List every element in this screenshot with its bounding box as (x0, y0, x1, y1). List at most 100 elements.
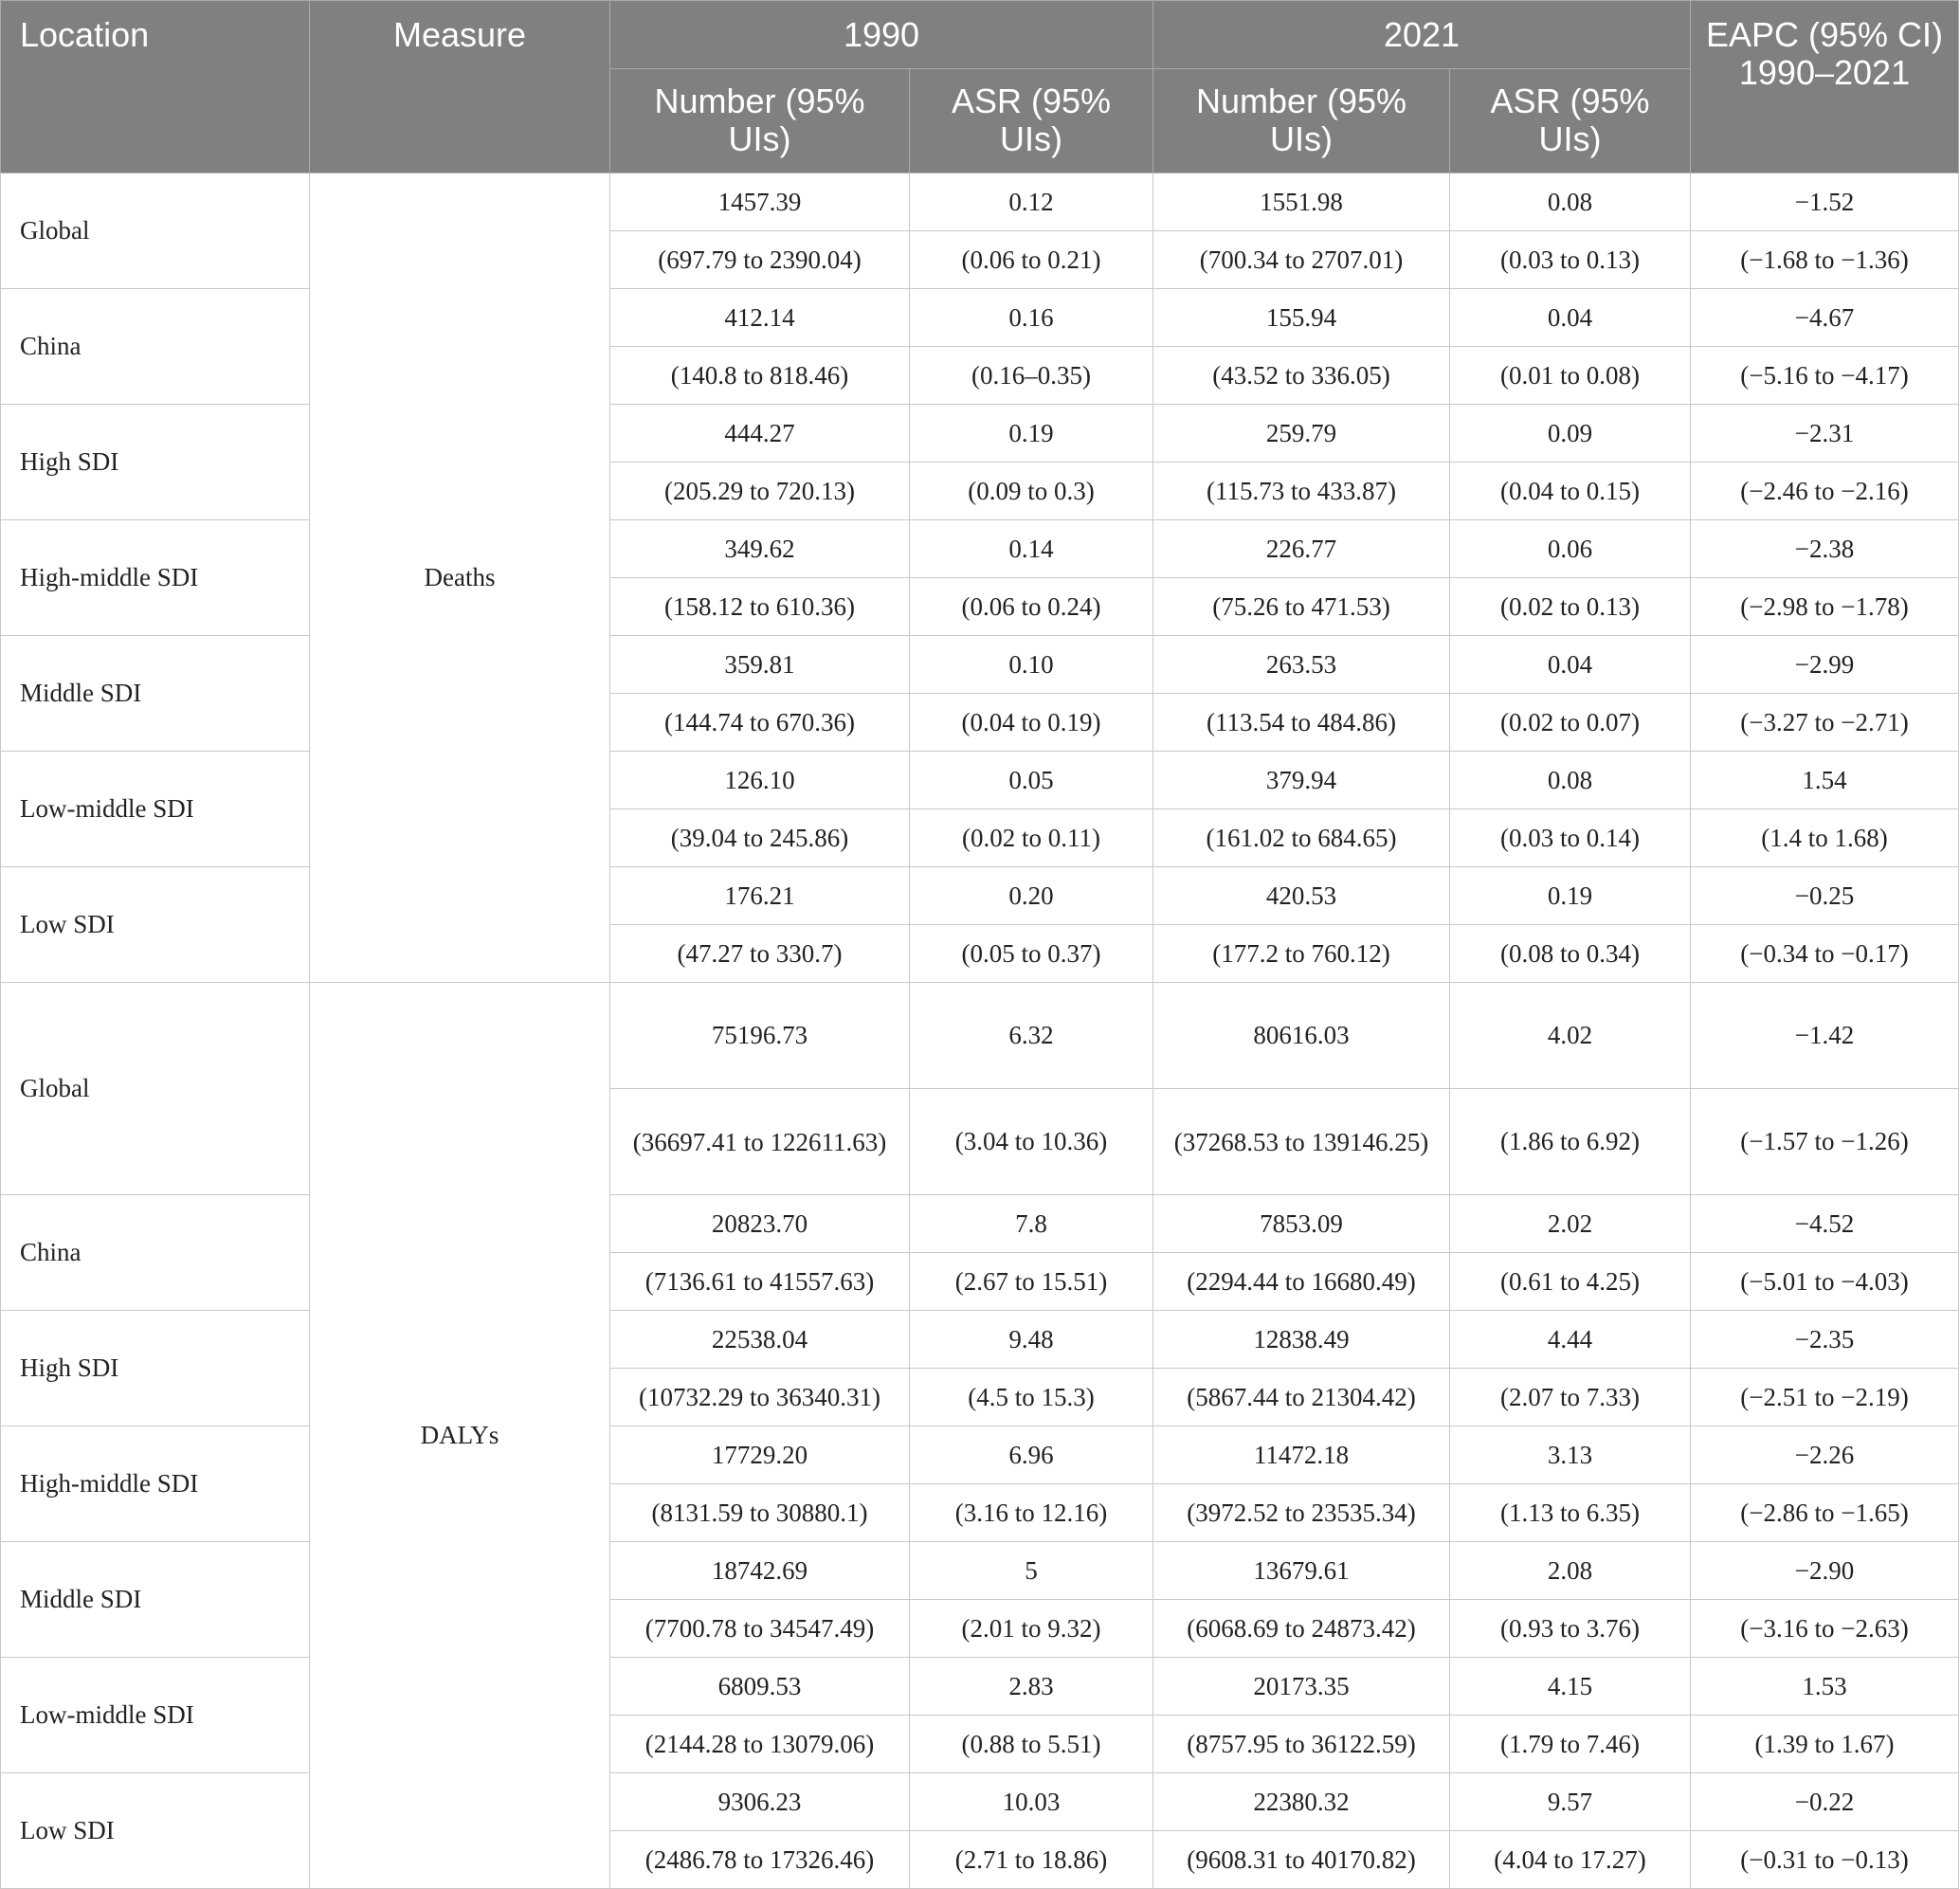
number-2021-value: 7853.09 (1152, 1194, 1450, 1253)
table-row: Global Deaths 1457.39 0.12 1551.98 0.08 −1.52 (0, 173, 1959, 983)
number-1990-ci: (2144.28 to 13079.06) (609, 1715, 910, 1773)
table-row: Low-middle SDI 126.10 0.05 379.94 0.08 1.54 (0, 751, 1959, 867)
number-2021-value: 1551.98 (1152, 173, 1450, 231)
number-1990-value: 359.81 (609, 635, 910, 694)
table-row: Middle SDI 18742.69 5 13679.61 2.08 −2.90 (0, 1541, 1959, 1658)
asr-2021-ci: (1.79 to 7.46) (1449, 1715, 1691, 1773)
asr-1990-value: 0.20 (909, 866, 1153, 925)
number-2021-value: 13679.61 (1152, 1541, 1450, 1600)
number-1990-value: 22538.04 (609, 1310, 910, 1369)
asr-1990-value: 6.96 (909, 1426, 1153, 1484)
location-cell: Low-middle SDI (0, 1657, 310, 1773)
eapc-value: −2.99 (1690, 635, 1959, 694)
asr-1990-ci: (0.88 to 5.51) (909, 1715, 1153, 1773)
eapc-ci: (−3.16 to −2.63) (1690, 1599, 1959, 1658)
asr-1990-ci: (0.02 to 0.11) (909, 808, 1153, 867)
number-2021-ci: (700.34 to 2707.01) (1152, 230, 1450, 289)
eapc-value: −2.31 (1690, 404, 1959, 463)
asr-2021-ci: (0.03 to 0.14) (1449, 808, 1691, 867)
table-row: High-middle SDI 349.62 0.14 226.77 0.06 −2.38 (0, 519, 1959, 636)
number-2021-value: 22380.32 (1152, 1772, 1450, 1831)
asr-1990-value: 9.48 (909, 1310, 1153, 1369)
table-row: Low-middle SDI 6809.53 2.83 20173.35 4.15 1.5… (0, 1657, 1959, 1773)
header-2021: 2021 (1152, 0, 1691, 69)
asr-2021-value: 0.08 (1449, 751, 1691, 809)
eapc-ci: (−1.68 to −1.36) (1690, 230, 1959, 289)
location-cell: China (0, 288, 310, 405)
number-2021-value: 80616.03 (1152, 982, 1450, 1089)
number-1990-value: 412.14 (609, 288, 910, 347)
asr-2021-value: 2.08 (1449, 1541, 1691, 1600)
number-2021-ci: (8757.95 to 36122.59) (1152, 1715, 1450, 1773)
location-cell: Middle SDI (0, 635, 310, 752)
eapc-value: −2.38 (1690, 519, 1959, 578)
eapc-ci: (−2.98 to −1.78) (1690, 577, 1959, 636)
asr-2021-ci: (0.03 to 0.13) (1449, 230, 1691, 289)
asr-1990-ci: (0.09 to 0.3) (909, 462, 1153, 520)
number-2021-ci: (6068.69 to 24873.42) (1152, 1599, 1450, 1658)
number-2021-ci: (2294.44 to 16680.49) (1152, 1252, 1450, 1311)
header-location: Location (0, 0, 310, 173)
number-1990-value: 349.62 (609, 519, 910, 578)
asr-1990-ci: (0.06 to 0.24) (909, 577, 1153, 636)
number-2021-value: 11472.18 (1152, 1426, 1450, 1484)
asr-1990-ci: (0.16–0.35) (909, 346, 1153, 405)
asr-1990-ci: (2.67 to 15.51) (909, 1252, 1153, 1311)
results-table: Location Measure 1990 2021 EAPC (95% CI)… (0, 0, 1959, 1889)
table-row: China 20823.70 7.8 7853.09 2.02 −4.52 (0, 1194, 1959, 1311)
asr-2021-value: 4.02 (1449, 982, 1691, 1089)
asr-1990-value: 0.14 (909, 519, 1153, 578)
asr-1990-ci: (3.16 to 12.16) (909, 1483, 1153, 1542)
eapc-ci: (−2.51 to −2.19) (1690, 1368, 1959, 1426)
asr-1990-ci: (4.5 to 15.3) (909, 1368, 1153, 1426)
number-2021-value: 420.53 (1152, 866, 1450, 925)
location-cell: Low SDI (0, 866, 310, 983)
eapc-value: 1.53 (1690, 1657, 1959, 1716)
eapc-ci: (−0.34 to −0.17) (1690, 924, 1959, 983)
asr-2021-ci: (2.07 to 7.33) (1449, 1368, 1691, 1426)
location-cell: Middle SDI (0, 1541, 310, 1658)
table-row: High SDI 444.27 0.19 259.79 0.09 −2.31 (0, 404, 1959, 520)
number-1990-value: 126.10 (609, 751, 910, 809)
asr-2021-value: 0.04 (1449, 288, 1691, 347)
number-2021-ci: (161.02 to 684.65) (1152, 808, 1450, 867)
eapc-ci: (−2.86 to −1.65) (1690, 1483, 1959, 1542)
asr-2021-ci: (1.86 to 6.92) (1449, 1088, 1691, 1195)
number-2021-value: 12838.49 (1152, 1310, 1450, 1369)
asr-1990-ci: (2.01 to 9.32) (909, 1599, 1153, 1658)
table-row: Middle SDI 359.81 0.10 263.53 0.04 −2.99 (0, 635, 1959, 752)
number-2021-value: 263.53 (1152, 635, 1450, 694)
asr-1990-value: 0.19 (909, 404, 1153, 463)
asr-1990-value: 10.03 (909, 1772, 1153, 1831)
number-1990-ci: (36697.41 to 122611.63) (609, 1088, 910, 1195)
eapc-ci: (−5.01 to −4.03) (1690, 1252, 1959, 1311)
number-2021-ci: (9608.31 to 40170.82) (1152, 1830, 1450, 1889)
table-row: Low SDI 176.21 0.20 420.53 0.19 −0.25 (0, 866, 1959, 983)
asr-2021-value: 4.44 (1449, 1310, 1691, 1369)
location-cell: High SDI (0, 404, 310, 520)
number-2021-ci: (43.52 to 336.05) (1152, 346, 1450, 405)
asr-1990-ci: (3.04 to 10.36) (909, 1088, 1153, 1195)
eapc-value: −4.67 (1690, 288, 1959, 347)
header-asr-1990: ASR (95% UIs) (909, 68, 1153, 173)
asr-2021-ci: (0.61 to 4.25) (1449, 1252, 1691, 1311)
location-cell: High SDI (0, 1310, 310, 1426)
number-2021-ci: (75.26 to 471.53) (1152, 577, 1450, 636)
measure-cell: DALYs (309, 982, 610, 1889)
header-1990: 1990 (609, 0, 1153, 69)
asr-1990-ci: (0.04 to 0.19) (909, 693, 1153, 752)
number-1990-ci: (39.04 to 245.86) (609, 808, 910, 867)
asr-2021-ci: (0.93 to 3.76) (1449, 1599, 1691, 1658)
eapc-value: −0.22 (1690, 1772, 1959, 1831)
number-1990-value: 176.21 (609, 866, 910, 925)
eapc-ci: (−3.27 to −2.71) (1690, 693, 1959, 752)
eapc-value: 1.54 (1690, 751, 1959, 809)
asr-2021-value: 0.04 (1449, 635, 1691, 694)
table-row: Low SDI 9306.23 10.03 22380.32 9.57 −0.22 (0, 1772, 1959, 1889)
number-2021-value: 155.94 (1152, 288, 1450, 347)
asr-1990-value: 2.83 (909, 1657, 1153, 1716)
asr-1990-ci: (2.71 to 18.86) (909, 1830, 1153, 1889)
location-cell: China (0, 1194, 310, 1311)
asr-2021-value: 0.08 (1449, 173, 1691, 231)
table-row: High-middle SDI 17729.20 6.96 11472.18 3.13−… (0, 1426, 1959, 1542)
